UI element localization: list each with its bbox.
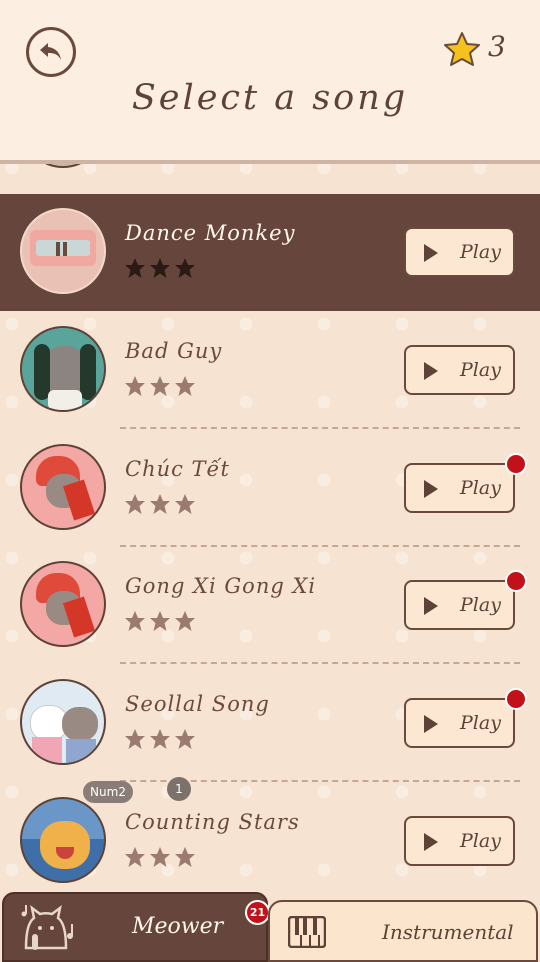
pause-icon (56, 242, 60, 256)
rating-star-icon (175, 729, 195, 749)
rating-star-icon (125, 729, 145, 749)
notification-dot (505, 453, 527, 475)
notification-dot (505, 570, 527, 592)
play-button[interactable]: Play (404, 345, 515, 395)
tab-instrumental[interactable]: Instrumental (268, 900, 538, 962)
star-rating (124, 257, 196, 279)
play-icon (424, 362, 438, 380)
song-row-dance-monkey[interactable]: Dance Monkey Play (0, 194, 540, 311)
song-title: Dance Monkey (125, 221, 296, 245)
song-title: Counting Stars (125, 810, 300, 834)
play-icon (424, 480, 438, 498)
back-button[interactable] (26, 27, 76, 77)
play-icon (424, 597, 438, 615)
cat-singer-icon (21, 905, 73, 950)
play-icon (424, 715, 438, 733)
play-label: Play (460, 477, 501, 499)
star-rating (124, 610, 196, 632)
song-thumbnail (20, 208, 106, 294)
song-row-seollal[interactable]: Seollal Song Play (0, 665, 540, 782)
bottom-tab-bar: Meower 21 Instrumental (0, 890, 540, 962)
rating-star-icon (175, 847, 195, 867)
rating-star-icon (175, 494, 195, 514)
rating-star-icon (125, 847, 145, 867)
play-label: Play (460, 241, 501, 263)
play-icon (424, 244, 438, 262)
divider (120, 662, 520, 664)
page-title: Select a song (131, 78, 409, 118)
notification-count-badge: 21 (245, 900, 270, 925)
play-button[interactable]: Play (404, 698, 515, 748)
rating-star-icon (150, 258, 170, 278)
tab-instrumental-label: Instrumental (382, 920, 514, 944)
tab-meower-label: Meower (132, 914, 224, 939)
play-label: Play (460, 712, 501, 734)
play-label: Play (460, 830, 501, 852)
song-title: Bad Guy (125, 339, 223, 363)
play-button[interactable]: Play (404, 816, 515, 866)
play-label: Play (460, 359, 501, 381)
star-count: 3 (488, 30, 506, 63)
piano-icon (288, 916, 326, 948)
rating-star-icon (150, 847, 170, 867)
song-title: Chúc Tết (125, 457, 230, 481)
song-title: Seollal Song (125, 692, 270, 716)
song-thumbnail (20, 561, 106, 647)
divider (120, 427, 520, 429)
star-icon (443, 31, 481, 71)
header: 3 Select a song (0, 0, 540, 164)
rating-star-icon (175, 611, 195, 631)
count-badge: 1 (167, 777, 191, 801)
song-thumbnail (20, 679, 106, 765)
song-list[interactable]: Dance Monkey Play Bad Guy Play Chúc Tết … (0, 82, 540, 890)
song-title: Gong Xi Gong Xi (125, 574, 317, 598)
rating-star-icon (150, 611, 170, 631)
rating-star-icon (150, 494, 170, 514)
tab-meower[interactable]: Meower 21 (2, 892, 270, 962)
song-row-chuc-tet[interactable]: Chúc Tết Play (0, 430, 540, 547)
rating-star-icon (125, 376, 145, 396)
star-rating (124, 728, 196, 750)
song-row-bad-guy[interactable]: Bad Guy Play (0, 312, 540, 429)
song-thumbnail (20, 326, 106, 412)
play-icon (424, 833, 438, 851)
notification-dot (505, 688, 527, 710)
rating-star-icon (125, 611, 145, 631)
play-label: Play (460, 594, 501, 616)
rating-star-icon (175, 376, 195, 396)
song-thumbnail (20, 797, 106, 883)
rating-star-icon (150, 729, 170, 749)
star-rating (124, 375, 196, 397)
star-rating (124, 493, 196, 515)
rating-star-icon (125, 494, 145, 514)
num2-badge: Num2 (83, 781, 133, 803)
rating-star-icon (125, 258, 145, 278)
play-button[interactable]: Play (404, 463, 515, 513)
back-arrow-icon (40, 43, 61, 60)
play-button[interactable]: Play (404, 227, 515, 277)
song-thumbnail (20, 444, 106, 530)
rating-star-icon (150, 376, 170, 396)
star-rating (124, 846, 196, 868)
play-button[interactable]: Play (404, 580, 515, 630)
rating-star-icon (175, 258, 195, 278)
song-row-gong-xi[interactable]: Gong Xi Gong Xi Play (0, 547, 540, 664)
song-row-counting-stars[interactable]: Counting Stars Play (0, 783, 540, 900)
